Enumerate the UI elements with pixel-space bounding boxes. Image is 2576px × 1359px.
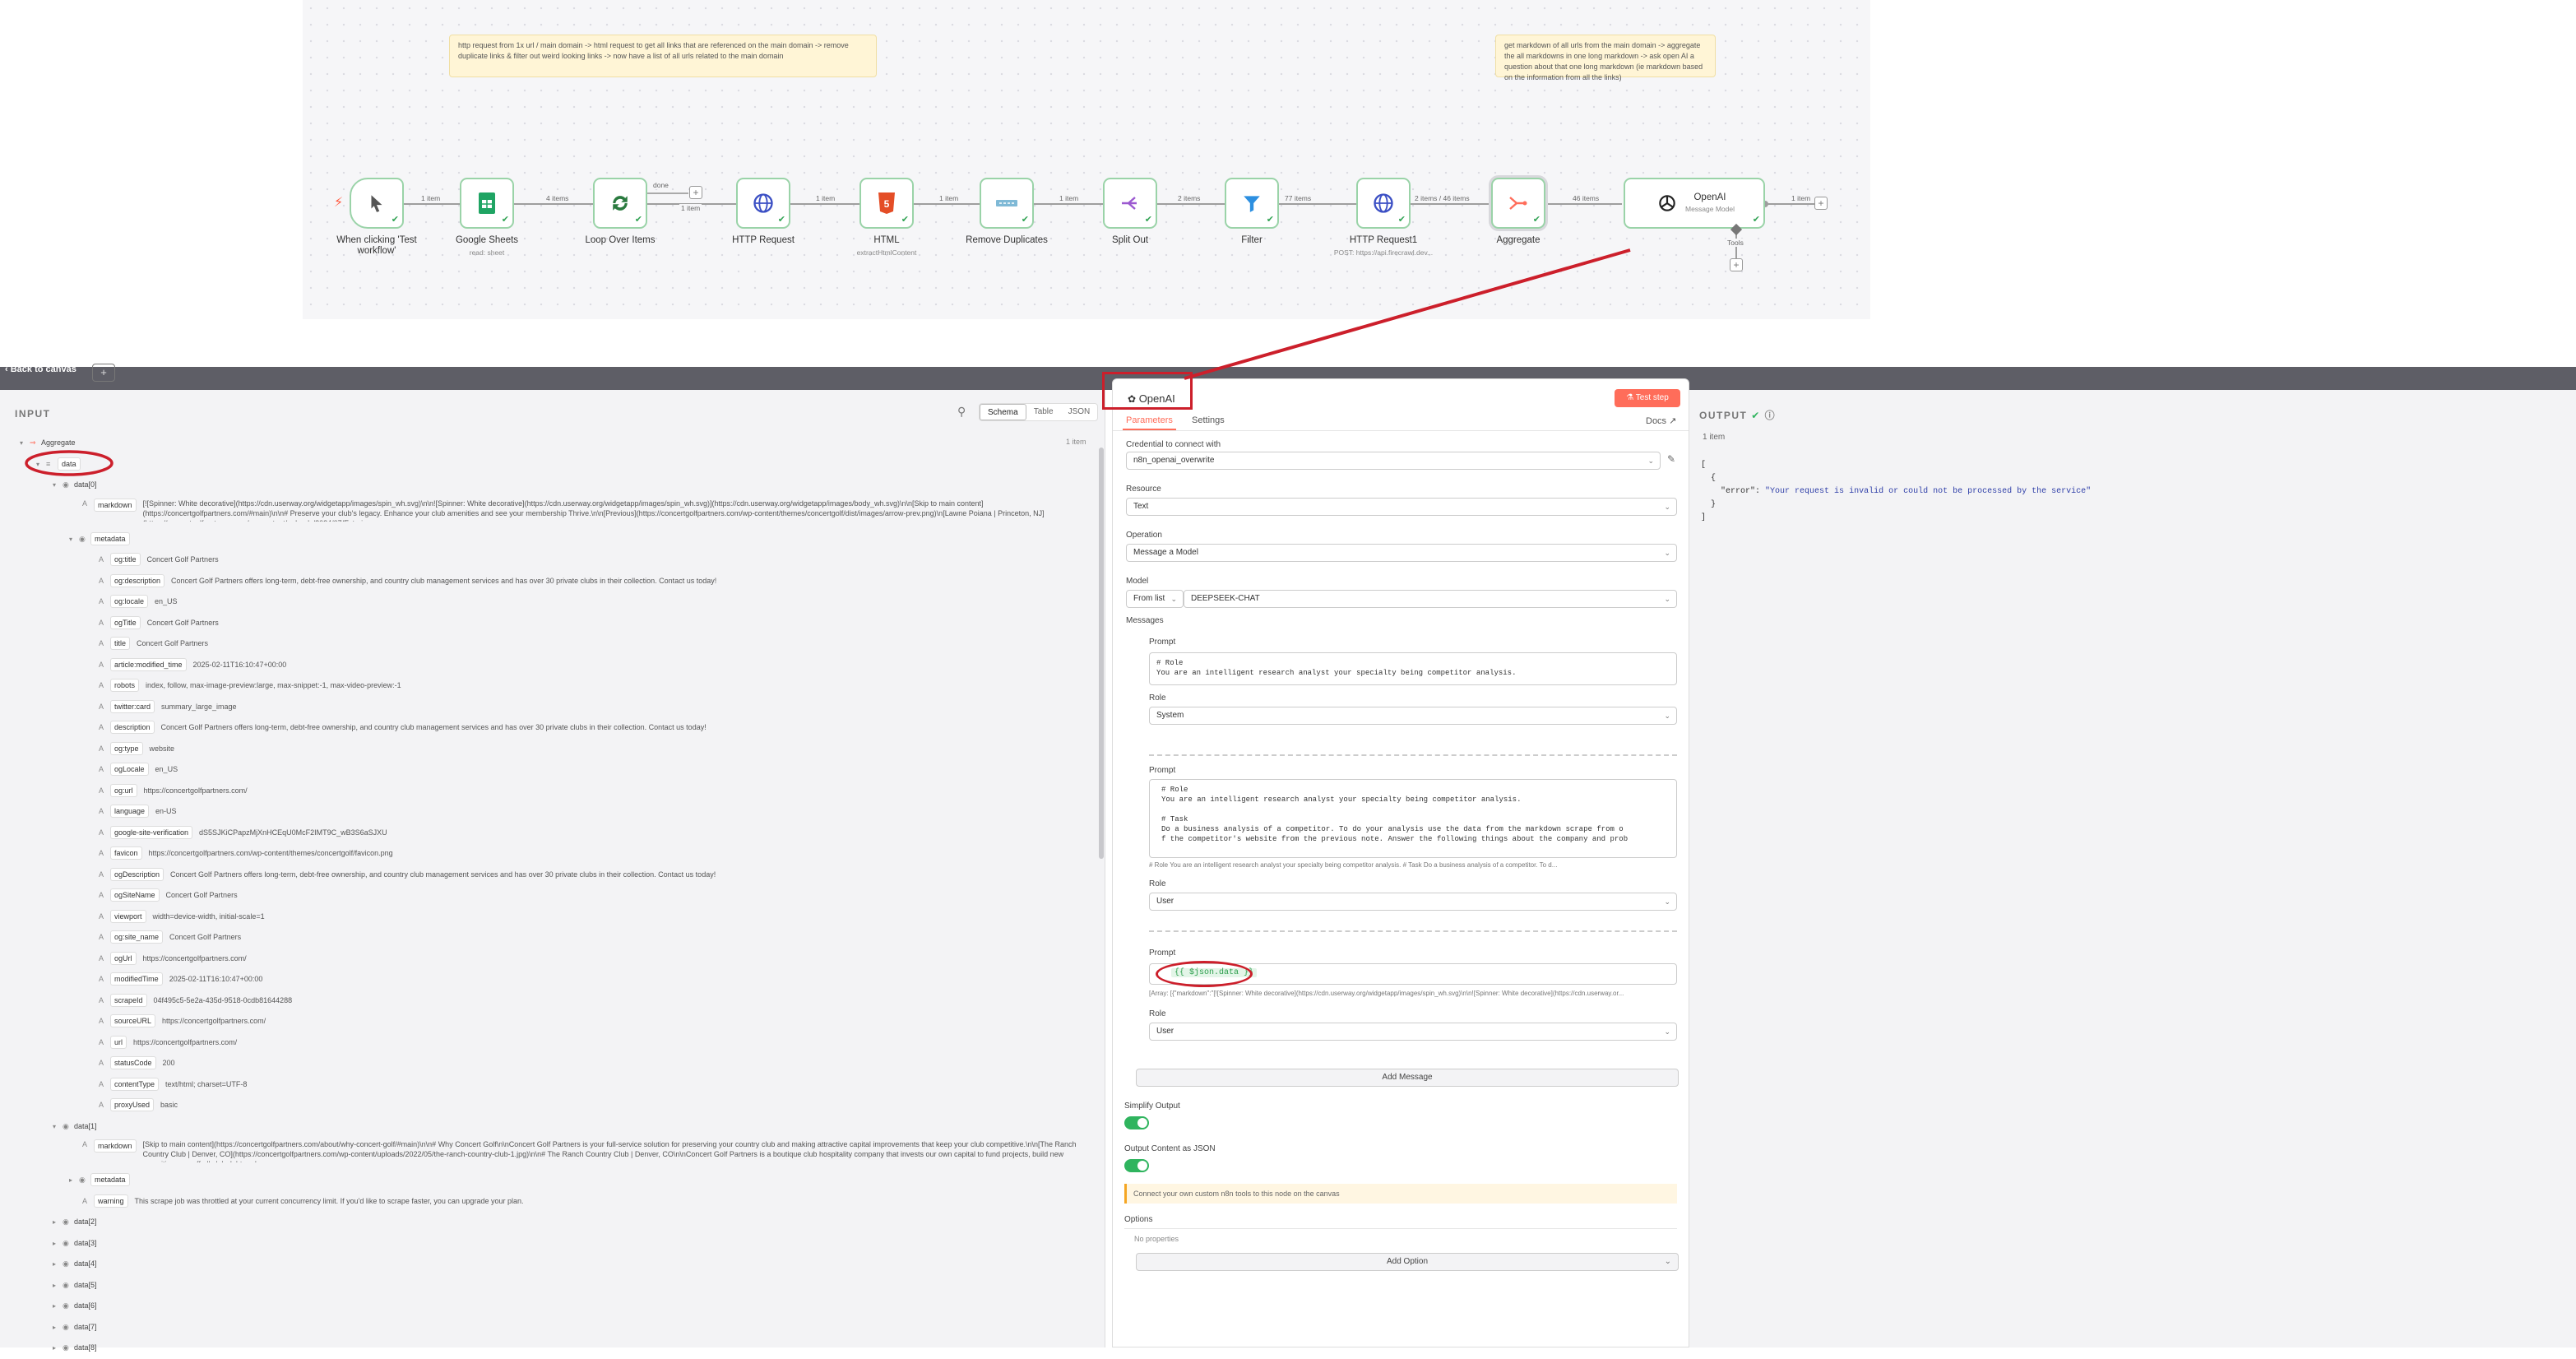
annotation-arrow [1184, 248, 1631, 380]
annotation-ellipse [25, 450, 114, 476]
annotation-overlay [25, 248, 1631, 476]
